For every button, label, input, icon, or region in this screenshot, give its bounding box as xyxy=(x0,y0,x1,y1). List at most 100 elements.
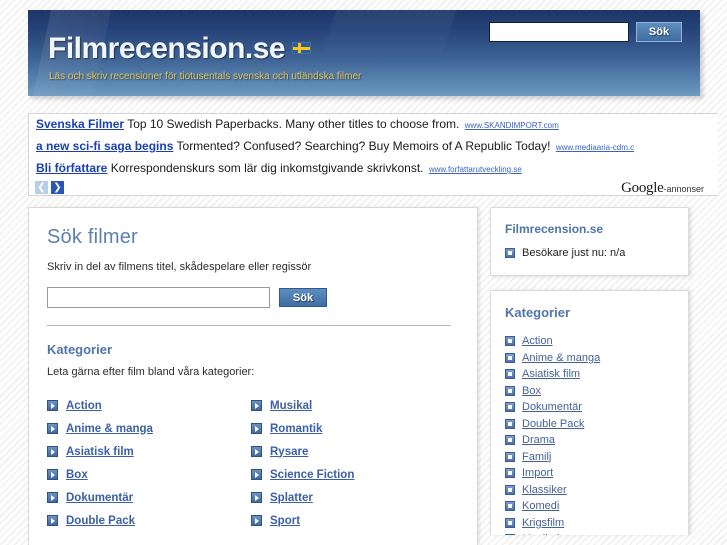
category-label: Dokumentär xyxy=(66,491,134,504)
category-label: Romantik xyxy=(270,422,323,435)
header-sheen-right xyxy=(319,10,457,62)
movie-search-form: Sök xyxy=(47,287,455,308)
sidebar-item-label: Musikal xyxy=(522,533,559,535)
ad-description: Tormented? Confused? Searching? Buy Memo… xyxy=(176,139,551,153)
site-header: Filmrecension.se Läs och skriv recension… xyxy=(28,10,700,96)
square-bullet-icon xyxy=(505,435,515,446)
chevron-right-icon[interactable]: ❯ xyxy=(51,181,64,194)
category-link-science-fiction[interactable]: Science Fiction xyxy=(251,463,455,486)
sidebar-item-label: Krigsfilm xyxy=(522,516,565,529)
google-ads-suffix: -annonser xyxy=(663,184,704,194)
ad-title-link[interactable]: Svenska Filmer xyxy=(36,117,124,131)
categories-heading: Kategorier xyxy=(47,342,113,357)
movie-search-input[interactable] xyxy=(47,287,270,308)
category-link-splatter[interactable]: Splatter xyxy=(251,486,455,509)
sidebar-item-musikal[interactable]: Musikal xyxy=(505,531,674,535)
site-info-panel-title: Filmrecension.se xyxy=(505,222,604,236)
sidebar-item-familj[interactable]: Familj xyxy=(505,449,674,466)
ads-pager: ❮ ❯ xyxy=(35,181,64,194)
header-search-button[interactable]: Sök xyxy=(636,22,682,42)
category-link-anime-manga[interactable]: Anime & manga xyxy=(47,417,251,440)
site-info-panel: Filmrecension.se Besökare just nu: n/a xyxy=(490,207,689,276)
category-link-musikal[interactable]: Musikal xyxy=(251,394,455,417)
site-tagline: Läs och skriv recensioner för tiotusenta… xyxy=(49,71,362,82)
sidebar-item-box[interactable]: Box xyxy=(505,383,674,400)
ad-url-link[interactable]: www.mediaaria-cdm.c xyxy=(556,143,634,152)
square-bullet-icon xyxy=(505,517,515,528)
square-bullet-icon xyxy=(505,385,515,396)
search-instructions: Skriv in del av filmens titel, skådespel… xyxy=(47,261,312,273)
category-link-rysare[interactable]: Rysare xyxy=(251,440,455,463)
category-link-box[interactable]: Box xyxy=(47,463,251,486)
sidebar-item-asiatisk-film[interactable]: Asiatisk film xyxy=(505,366,674,383)
sidebar-item-label: Box xyxy=(522,384,541,397)
ad-url-link[interactable]: www.forfattarutveckling.se xyxy=(429,165,522,174)
arrow-bullet-icon xyxy=(47,400,58,411)
category-label: Box xyxy=(66,468,88,481)
section-divider xyxy=(47,325,451,326)
category-link-asiatisk-film[interactable]: Asiatisk film xyxy=(47,440,251,463)
page-root: Filmrecension.se Läs och skriv recension… xyxy=(0,0,727,545)
sidebar-item-anime-manga[interactable]: Anime & manga xyxy=(505,350,674,367)
page-title: Sök filmer xyxy=(47,226,138,248)
sidebar-item-dokumentar[interactable]: Dokumentär xyxy=(505,399,674,416)
square-bullet-icon xyxy=(505,484,515,495)
sidebar-item-double-pack[interactable]: Double Pack xyxy=(505,416,674,433)
sidebar-item-label: Drama xyxy=(522,434,556,447)
arrow-bullet-icon xyxy=(251,469,262,480)
category-label: Double Pack xyxy=(66,514,136,527)
site-logo-text: Filmrecension.se xyxy=(48,32,286,65)
sidebar-item-drama[interactable]: Drama xyxy=(505,432,674,449)
swedish-flag-icon xyxy=(292,42,312,54)
sidebar-item-label: Asiatisk film xyxy=(522,368,581,381)
square-bullet-icon xyxy=(505,369,515,380)
square-bullet-icon xyxy=(505,534,515,535)
square-bullet-icon xyxy=(505,501,515,512)
sidebar-categories-title: Kategorier xyxy=(505,305,571,320)
sidebar-item-action[interactable]: Action xyxy=(505,333,674,350)
sidebar-item-label: Klassiker xyxy=(522,483,567,496)
sidebar-item-label: Action xyxy=(522,335,553,348)
sidebar: Filmrecension.se Besökare just nu: n/a K… xyxy=(490,207,689,535)
visitors-label: Besökare just nu: n/a xyxy=(522,247,626,259)
arrow-bullet-icon xyxy=(251,492,262,503)
sidebar-item-klassiker[interactable]: Klassiker xyxy=(505,482,674,499)
arrow-bullet-icon xyxy=(251,423,262,434)
ad-title-link[interactable]: a new sci-fi saga begins xyxy=(36,139,173,153)
sidebar-item-krigsfilm[interactable]: Krigsfilm xyxy=(505,515,674,532)
arrow-bullet-icon xyxy=(47,446,58,457)
arrow-bullet-icon xyxy=(251,446,262,457)
visitors-row: Besökare just nu: n/a xyxy=(505,247,674,259)
categories-column-right: Musikal Romantik Rysare Science Fiction xyxy=(251,394,455,532)
sidebar-item-label: Komedi xyxy=(522,500,560,513)
chevron-left-icon[interactable]: ❮ xyxy=(35,181,48,194)
category-link-dokumentar[interactable]: Dokumentär xyxy=(47,486,251,509)
square-bullet-icon xyxy=(505,402,515,413)
ad-url-link[interactable]: www.SKANDIMPORT.com xyxy=(465,121,559,130)
google-ads-block: Svenska Filmer Top 10 Swedish Paperbacks… xyxy=(28,113,718,196)
category-link-action[interactable]: Action xyxy=(47,394,251,417)
square-bullet-icon xyxy=(505,248,515,258)
categories-grid: Action Anime & manga Asiatisk film Box D… xyxy=(47,394,455,532)
ad-item: Svenska Filmer Top 10 Swedish Paperbacks… xyxy=(29,114,718,136)
category-link-double-pack[interactable]: Double Pack xyxy=(47,509,251,532)
ad-title-link[interactable]: Bli författare xyxy=(36,161,107,175)
header-search-input[interactable] xyxy=(489,22,629,42)
category-link-sport[interactable]: Sport xyxy=(251,509,455,532)
square-bullet-icon xyxy=(505,336,515,347)
category-label: Science Fiction xyxy=(270,468,355,481)
sidebar-item-komedi[interactable]: Komedi xyxy=(505,498,674,515)
category-label: Sport xyxy=(270,514,301,527)
google-ads-brand: Google-annonser xyxy=(621,180,704,195)
site-logo[interactable]: Filmrecension.se xyxy=(48,32,312,66)
arrow-bullet-icon xyxy=(251,515,262,526)
sidebar-item-import[interactable]: Import xyxy=(505,465,674,482)
arrow-bullet-icon xyxy=(251,400,262,411)
square-bullet-icon xyxy=(505,451,515,462)
category-label: Musikal xyxy=(270,399,313,412)
category-link-romantik[interactable]: Romantik xyxy=(251,417,455,440)
sidebar-item-label: Dokumentär xyxy=(522,401,582,414)
main-content-panel: Sök filmer Skriv in del av filmens titel… xyxy=(28,207,478,545)
movie-search-button[interactable]: Sök xyxy=(279,288,327,307)
category-label: Action xyxy=(66,399,102,412)
